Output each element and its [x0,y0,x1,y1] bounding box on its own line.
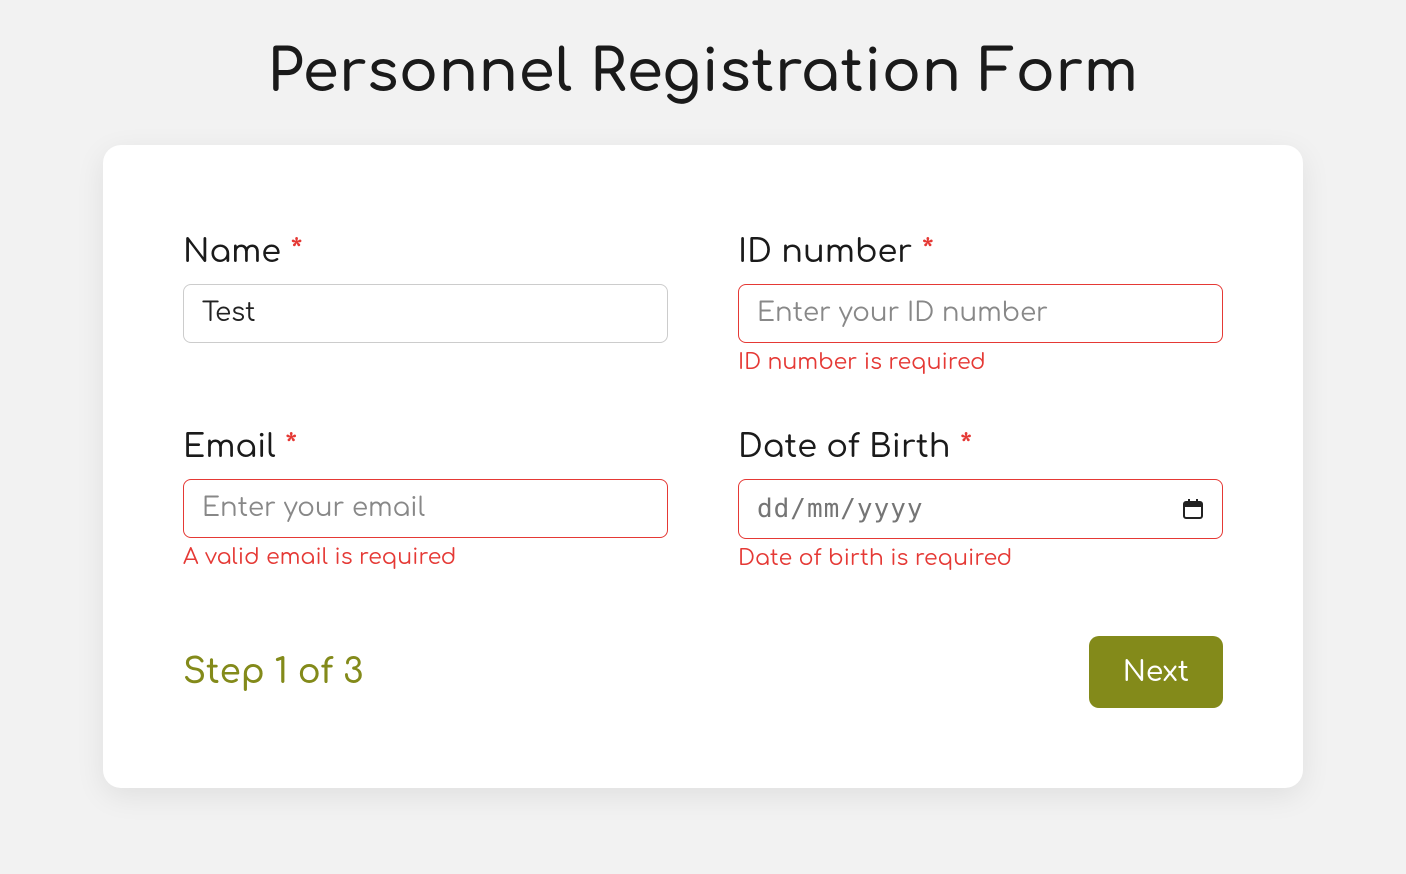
step-indicator: Step 1 of 3 [183,653,363,691]
page-title: Personnel Registration Form [20,40,1386,105]
field-dob: Date of Birth * Date of birth is require… [738,430,1223,571]
id-number-label: ID number * [738,235,1223,270]
next-button[interactable]: Next [1089,636,1223,708]
email-error: A valid email is required [183,546,668,570]
id-number-label-text: ID number [738,235,912,270]
dob-error: Date of birth is required [738,547,1223,571]
calendar-icon[interactable] [1181,497,1205,521]
dob-input-wrapper [738,479,1223,539]
id-number-required: * [922,235,934,270]
id-number-error: ID number is required [738,351,1223,375]
id-number-input[interactable] [738,284,1223,343]
field-email: Email * A valid email is required [183,430,668,571]
dob-label: Date of Birth * [738,430,1223,465]
email-input[interactable] [183,479,668,538]
form-grid: Name * ID number * ID number is required… [183,235,1223,571]
dob-required: * [960,430,972,465]
email-required: * [285,430,297,465]
dob-label-text: Date of Birth [738,430,951,465]
field-name: Name * [183,235,668,375]
email-label-text: Email [183,430,276,465]
name-input[interactable] [183,284,668,343]
form-card: Name * ID number * ID number is required… [103,145,1303,788]
name-required: * [290,235,302,270]
name-label: Name * [183,235,668,270]
field-id-number: ID number * ID number is required [738,235,1223,375]
form-footer: Step 1 of 3 Next [183,636,1223,708]
dob-input[interactable] [738,479,1223,539]
email-label: Email * [183,430,668,465]
name-label-text: Name [183,235,281,270]
